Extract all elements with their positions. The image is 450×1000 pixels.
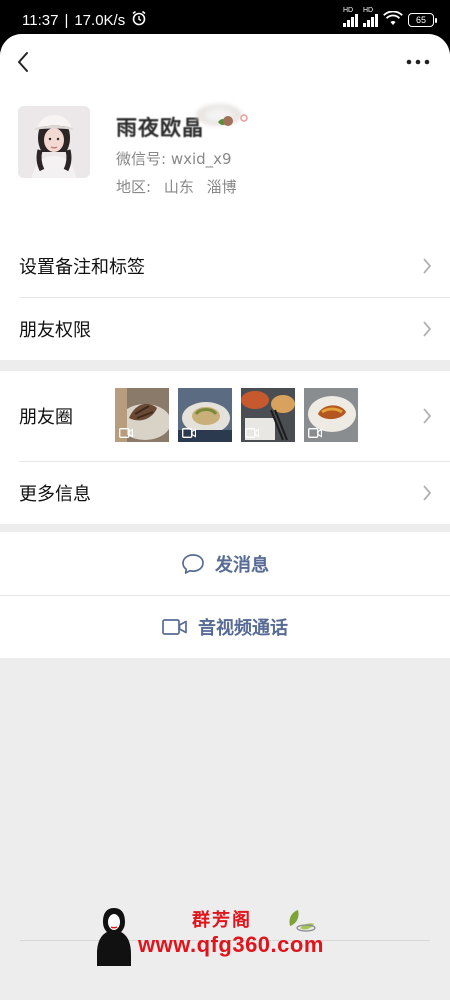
friend-permissions-row[interactable]: 朋友权限 bbox=[0, 297, 450, 360]
chevron-right-icon bbox=[423, 320, 432, 337]
remark-tags-label: 设置备注和标签 bbox=[19, 256, 145, 278]
chevron-right-icon bbox=[423, 408, 432, 424]
more-options-button[interactable] bbox=[404, 48, 432, 76]
moments-thumbnail[interactable] bbox=[241, 388, 295, 442]
nickname: 雨夜欧晶 bbox=[116, 116, 204, 140]
friend-permissions-label: 朋友权限 bbox=[19, 319, 91, 341]
more-info-label: 更多信息 bbox=[19, 483, 91, 505]
video-icon bbox=[119, 428, 133, 438]
signal-sim1-icon: HD bbox=[343, 7, 358, 27]
video-camera-icon bbox=[162, 618, 187, 635]
alarm-icon bbox=[131, 10, 147, 30]
region: 地区: 山东 淄博 bbox=[116, 176, 245, 197]
avatar[interactable] bbox=[18, 106, 90, 178]
nickname-emoji-icon bbox=[216, 112, 250, 134]
watermark: 群芳阁 www.qfg360.com bbox=[94, 904, 364, 966]
send-message-button[interactable]: 发消息 bbox=[0, 532, 450, 595]
nav-bar bbox=[0, 34, 450, 90]
video-icon bbox=[182, 428, 196, 438]
watermark-tea-icon bbox=[289, 910, 316, 932]
wifi-icon bbox=[383, 10, 403, 30]
actions-group: 发消息 音视频通话 bbox=[0, 532, 450, 658]
video-call-label: 音视频通话 bbox=[198, 617, 288, 639]
watermark-domain: www.qfg360.com bbox=[138, 932, 324, 957]
signal-sim2-icon: HD bbox=[363, 7, 378, 27]
video-call-button[interactable]: 音视频通话 bbox=[0, 595, 450, 658]
watermark-brand: 群芳阁 bbox=[192, 910, 252, 931]
more-dots-icon bbox=[406, 59, 430, 65]
chevron-left-icon bbox=[18, 52, 28, 72]
profile-header: 雨夜欧晶 微信号: wxid_x9 地区: 山东 淄博 bbox=[0, 90, 450, 234]
battery-icon: 65 bbox=[408, 13, 437, 27]
status-divider: | bbox=[64, 11, 69, 29]
send-message-label: 发消息 bbox=[215, 554, 269, 576]
chat-bubble-icon bbox=[182, 553, 204, 574]
chevron-right-icon bbox=[423, 484, 432, 501]
moments-thumbnail[interactable] bbox=[115, 388, 169, 442]
video-icon bbox=[308, 428, 322, 438]
moments-thumbnail[interactable] bbox=[304, 388, 358, 442]
status-time: 11:37 bbox=[22, 11, 59, 29]
watermark-logo-icon bbox=[97, 908, 131, 966]
more-info-row[interactable]: 更多信息 bbox=[0, 461, 450, 524]
wechat-id-label: 微信号: bbox=[116, 150, 167, 168]
network-speed: 17.0K/s bbox=[74, 11, 126, 29]
moments-row[interactable]: 朋友圈 bbox=[0, 371, 450, 461]
back-button[interactable] bbox=[10, 48, 36, 76]
settings-group: 设置备注和标签 朋友权限 bbox=[0, 234, 450, 360]
chevron-right-icon bbox=[423, 257, 432, 274]
remark-tags-row[interactable]: 设置备注和标签 bbox=[0, 234, 450, 297]
region-province: 山东 bbox=[163, 178, 194, 196]
video-icon bbox=[245, 428, 259, 438]
moments-label: 朋友圈 bbox=[19, 407, 73, 428]
region-label: 地区: bbox=[116, 178, 152, 196]
region-city: 淄博 bbox=[206, 178, 237, 196]
contact-profile-screen: 雨夜欧晶 微信号: wxid_x9 地区: 山东 淄博 设置备注和标签 朋友权限… bbox=[0, 34, 450, 1000]
moments-thumbnails bbox=[115, 388, 358, 442]
wechat-id: 微信号: wxid_x9 bbox=[116, 148, 232, 169]
wechat-id-value: wxid_x9 bbox=[170, 150, 232, 168]
moments-thumbnail[interactable] bbox=[178, 388, 232, 442]
details-group: 朋友圈 更多信息 bbox=[0, 371, 450, 524]
